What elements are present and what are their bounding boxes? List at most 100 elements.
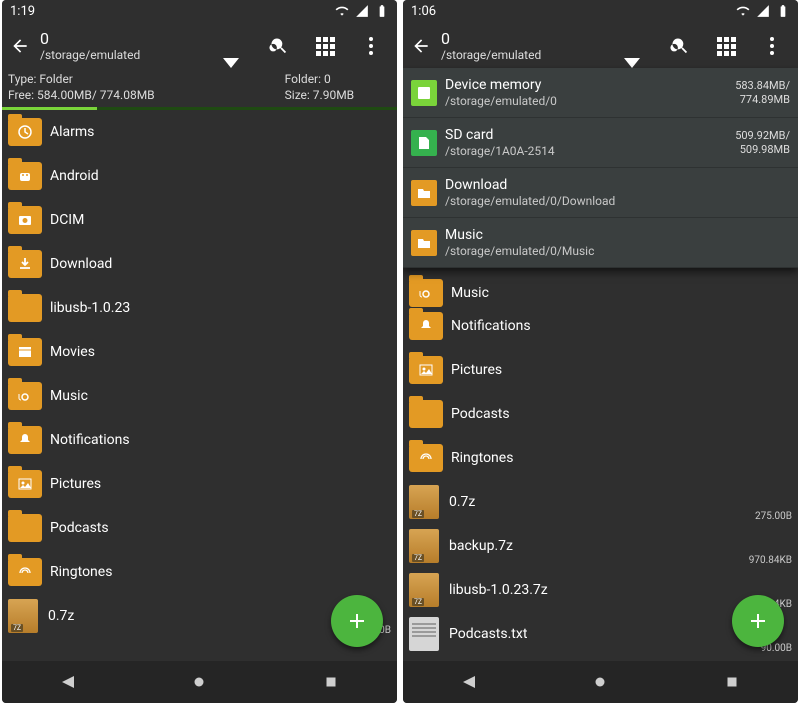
dropdown-path: /storage/emulated/0/Download <box>445 194 790 208</box>
dropdown-item[interactable]: Download/storage/emulated/0/Download <box>403 168 798 218</box>
path-subtitle: /storage/emulated <box>40 48 217 62</box>
item-name: Pictures <box>50 476 391 492</box>
status-bar: 1:19 <box>2 0 397 22</box>
list-item[interactable]: Ringtones <box>2 550 397 594</box>
item-dir-label <box>752 337 792 346</box>
list-item[interactable]: Pictures <box>403 348 798 392</box>
item-dir-label <box>752 293 792 302</box>
nav-home-button[interactable] <box>589 671 611 693</box>
item-dir-label <box>351 495 391 504</box>
item-name: backup.7z <box>449 538 792 554</box>
file-list[interactable]: Music Notifications Pictures Podcasts Ringto… <box>403 282 798 656</box>
file-list[interactable]: AlarmsAndroidDCIM Download libusb-1.0.23Mo… <box>2 110 397 638</box>
list-item[interactable]: Pictures <box>2 462 397 506</box>
dropdown-item[interactable]: Device memory/storage/emulated/0 583.84M… <box>403 68 798 118</box>
list-item[interactable]: DCIM <box>2 198 397 242</box>
list-item[interactable]: 0.7z275.00B <box>403 480 798 524</box>
item-name: Podcasts <box>50 520 391 536</box>
dropdown-title: Music <box>445 227 790 244</box>
info-size: Size: 7.90MB <box>285 88 355 104</box>
nav-recent-button[interactable] <box>320 671 342 693</box>
nav-recent-button[interactable] <box>721 671 743 693</box>
dropdown-size: 583.84MB/774.89MB <box>735 79 790 105</box>
overflow-menu-button[interactable] <box>353 37 389 55</box>
path-title: 0 <box>40 29 217 48</box>
search-button[interactable] <box>662 36 698 56</box>
overflow-menu-button[interactable] <box>754 37 790 55</box>
nav-back-button[interactable] <box>57 671 79 693</box>
view-grid-button[interactable] <box>708 37 744 56</box>
status-icons <box>335 4 389 18</box>
list-item[interactable]: backup.7z970.84KB <box>403 524 798 568</box>
chevron-down-icon[interactable] <box>223 58 239 68</box>
list-item[interactable]: Download <box>2 242 397 286</box>
item-name: Podcasts <box>451 406 792 422</box>
list-item[interactable]: Notifications <box>403 304 798 348</box>
status-time: 1:06 <box>411 4 436 19</box>
storage-dropdown: Device memory/storage/emulated/0 583.84M… <box>403 68 798 268</box>
info-folder: Folder: 0 <box>285 72 355 88</box>
folder-icon <box>409 279 443 307</box>
fab-add-button[interactable] <box>331 595 383 647</box>
folder-icon <box>8 162 42 190</box>
list-item[interactable]: Music <box>403 282 798 304</box>
android-nav-bar <box>403 661 798 703</box>
list-item[interactable]: Ringtones <box>403 436 798 480</box>
dropdown-item[interactable]: SD card/storage/1A0A-2514 509.92MB/509.9… <box>403 118 798 168</box>
back-icon[interactable] <box>10 36 30 56</box>
item-dir-label <box>752 469 792 478</box>
grid-icon <box>717 37 736 56</box>
list-item[interactable]: Movies <box>2 330 397 374</box>
dropdown-path: /storage/emulated/0/Music <box>445 244 790 258</box>
item-name: Download <box>50 256 391 272</box>
info-panel: Type: Folder Free: 584.00MB/ 774.08MB Fo… <box>2 70 397 107</box>
screen-right: 1:06 0 /storage/emulated Device memory/s… <box>403 0 798 703</box>
back-icon[interactable] <box>411 36 431 56</box>
list-item[interactable]: Music <box>2 374 397 418</box>
dropdown-title: SD card <box>445 127 735 144</box>
folder-icon <box>411 230 437 256</box>
path-subtitle: /storage/emulated <box>441 48 618 62</box>
list-item[interactable]: libusb-1.0.23 <box>2 286 397 330</box>
signal-icon <box>355 4 369 18</box>
dropdown-item[interactable]: Music/storage/emulated/0/Music <box>403 218 798 268</box>
item-dir-label <box>351 363 391 372</box>
plus-icon <box>746 609 770 633</box>
breadcrumb[interactable]: 0 /storage/emulated <box>441 29 618 63</box>
list-item[interactable]: Notifications <box>2 418 397 462</box>
list-item[interactable]: Podcasts <box>403 392 798 436</box>
list-item[interactable]: Android <box>2 154 397 198</box>
folder-icon <box>409 356 443 384</box>
item-name: Notifications <box>451 318 792 334</box>
chevron-down-icon[interactable] <box>624 58 640 68</box>
item-dir-label <box>351 583 391 592</box>
folder-icon <box>8 338 42 366</box>
dropdown-title: Device memory <box>445 77 735 94</box>
plus-icon <box>345 609 369 633</box>
item-size: 275.00B <box>755 511 792 522</box>
item-dir-label <box>752 425 792 434</box>
breadcrumb[interactable]: 0 /storage/emulated <box>40 29 217 63</box>
folder-icon <box>409 312 443 340</box>
item-dir-label <box>351 187 391 196</box>
fab-add-button[interactable] <box>732 595 784 647</box>
search-button[interactable] <box>261 36 297 56</box>
battery-icon <box>375 4 389 18</box>
folder-icon <box>8 470 42 498</box>
list-item[interactable]: Podcasts <box>2 506 397 550</box>
dropdown-path: /storage/emulated/0 <box>445 94 735 108</box>
item-dir-label <box>351 143 391 152</box>
wifi-icon <box>736 4 750 18</box>
item-name: Music <box>50 388 391 404</box>
search-icon <box>670 36 690 56</box>
nav-home-button[interactable] <box>188 671 210 693</box>
dropdown-size: 509.92MB/509.98MB <box>735 129 790 155</box>
nav-back-button[interactable] <box>458 671 480 693</box>
list-item[interactable]: Alarms <box>2 110 397 154</box>
folder-icon <box>8 514 42 542</box>
text-file-icon <box>409 617 439 651</box>
item-dir-label <box>351 451 391 460</box>
item-name: libusb-1.0.23.7z <box>449 582 792 598</box>
view-grid-button[interactable] <box>307 37 343 56</box>
sd-icon <box>411 130 437 156</box>
